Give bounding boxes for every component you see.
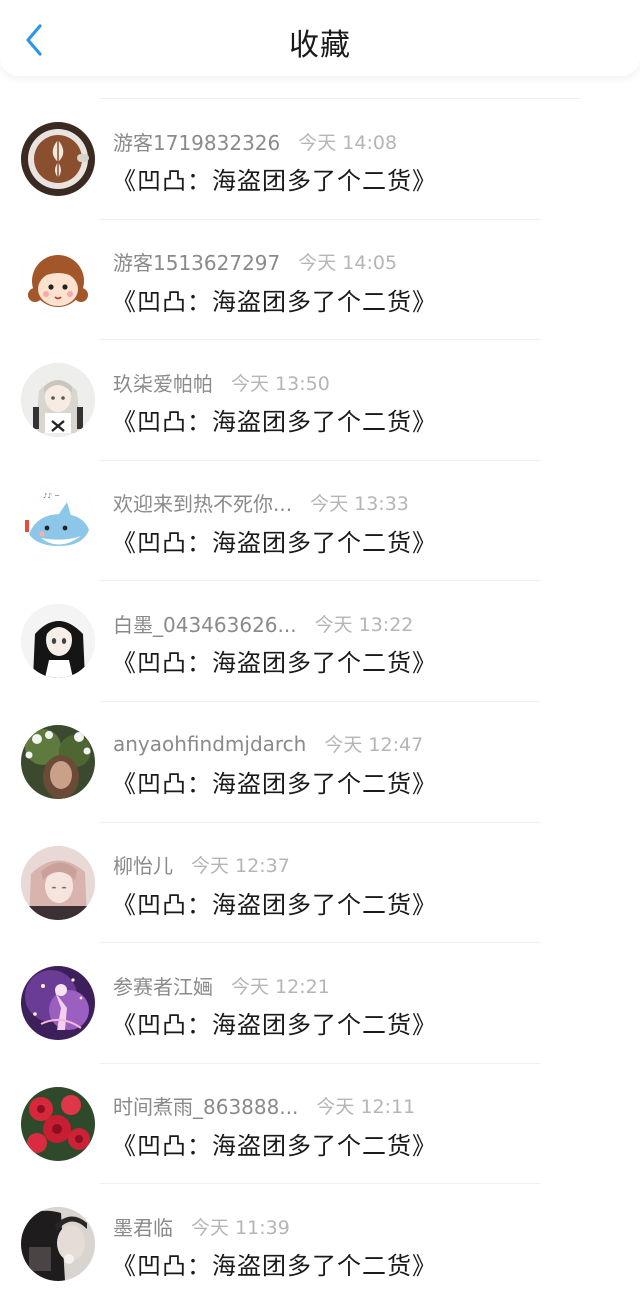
avatar[interactable]	[21, 1086, 95, 1161]
item-meta: 参赛者江婳 今天 12:21	[113, 971, 330, 1000]
red-spider-lily-avatar	[21, 1086, 95, 1161]
book-title[interactable]: 《凹凸：海盗团多了个二货》	[112, 1126, 437, 1161]
user-name[interactable]: 参赛者江婳	[113, 971, 213, 1000]
user-name[interactable]: 游客1513627297	[113, 247, 280, 276]
book-title[interactable]: 《凹凸：海盗团多了个二货》	[112, 523, 437, 558]
timestamp: 今天 13:22	[314, 613, 414, 636]
avatar[interactable]	[21, 845, 95, 920]
avatar[interactable]	[21, 122, 95, 196]
user-name[interactable]: 白墨_043463626...	[113, 609, 297, 638]
item-meta: 欢迎来到热不死你... 今天 13:33	[113, 490, 409, 516]
user-name[interactable]: 游客1719832326	[113, 127, 280, 156]
pink-haired-anime-avatar	[21, 845, 95, 920]
avatar[interactable]	[21, 1207, 95, 1282]
cute-shark-sticker-avatar: ♪♪ ~	[21, 483, 95, 558]
item-meta: 墨君临 今天 11:39	[113, 1212, 290, 1241]
list-item[interactable]: anyaohfindmjdarch 今天 12:47 《凹凸：海盗团多了个二货》	[0, 702, 640, 823]
user-name[interactable]: anyaohfindmjdarch	[113, 732, 306, 756]
item-meta: 游客1513627297 今天 14:05	[113, 249, 397, 275]
book-title[interactable]: 《凹凸：海盗团多了个二货》	[112, 402, 437, 437]
list-item[interactable]: 游客1719832326 今天 14:08 《凹凸：海盗团多了个二货》	[0, 99, 640, 220]
book-title[interactable]: 《凹凸：海盗团多了个二货》	[112, 282, 437, 317]
list-item[interactable]: 白墨_043463626... 今天 13:22 《凹凸：海盗团多了个二货》	[0, 581, 640, 702]
coffee-latte-art-avatar	[21, 122, 95, 196]
avatar[interactable]	[21, 724, 95, 799]
list-item[interactable]: 参赛者江婳 今天 12:21 《凹凸：海盗团多了个二货》	[0, 943, 640, 1064]
item-meta: 玖柒爱帕帕 今天 13:50	[113, 368, 330, 397]
avatar[interactable]	[21, 604, 95, 679]
flowers-portrait-avatar	[21, 724, 95, 799]
user-name[interactable]: 玖柒爱帕帕	[113, 368, 213, 397]
user-name[interactable]: 欢迎来到热不死你...	[113, 488, 292, 517]
timestamp: 今天 14:08	[298, 131, 398, 154]
anime-black-hair-avatar	[21, 604, 95, 679]
list-item[interactable]: 玖柒爱帕帕 今天 13:50 《凹凸：海盗团多了个二货》	[0, 340, 640, 461]
page-title: 收藏	[289, 28, 351, 63]
avatar[interactable]: ♪♪ ~	[21, 483, 95, 558]
purple-galaxy-anime-avatar	[21, 966, 95, 1041]
book-title[interactable]: 《凹凸：海盗团多了个二货》	[112, 1005, 437, 1040]
header-bar: 收藏	[0, 0, 640, 76]
timestamp: 今天 13:50	[231, 372, 330, 395]
cartoon-girl-avatar	[21, 242, 95, 317]
timestamp: 今天 12:47	[324, 734, 424, 757]
avatar[interactable]	[21, 966, 95, 1041]
list-item[interactable]: 游客1513627297 今天 14:05 《凹凸：海盗团多了个二货》	[0, 220, 640, 341]
favorites-list: 游客1719832326 今天 14:08 《凹凸：海盗团多了个二货》 游客15…	[0, 99, 640, 1305]
timestamp: 今天 12:21	[231, 975, 330, 998]
timestamp: 今天 14:05	[298, 252, 398, 275]
list-item[interactable]: ♪♪ ~ 欢迎来到热不死你... 今天 13:33 《凹凸：海盗团多了个二货》	[0, 461, 640, 582]
item-meta: 游客1719832326 今天 14:08	[113, 127, 398, 156]
user-name[interactable]: 时间煮雨_863888...	[113, 1091, 298, 1120]
dark-portrait-avatar	[21, 1207, 95, 1282]
avatar[interactable]	[21, 242, 95, 317]
book-title[interactable]: 《凹凸：海盗团多了个二货》	[112, 885, 437, 920]
item-meta: 白墨_043463626... 今天 13:22	[113, 609, 414, 638]
user-name[interactable]: 柳怡儿	[113, 850, 173, 879]
item-meta: 柳怡儿 今天 12:37	[113, 852, 290, 878]
book-title[interactable]: 《凹凸：海盗团多了个二货》	[112, 161, 437, 196]
book-title[interactable]: 《凹凸：海盗团多了个二货》	[112, 1246, 437, 1281]
item-meta: anyaohfindmjdarch 今天 12:47	[113, 731, 423, 757]
book-title[interactable]: 《凹凸：海盗团多了个二货》	[112, 764, 437, 799]
svg-text:♪♪ ~: ♪♪ ~	[43, 492, 60, 500]
item-meta: 时间煮雨_863888... 今天 12:11	[113, 1093, 415, 1119]
timestamp: 今天 13:33	[310, 493, 409, 516]
list-item[interactable]: 时间煮雨_863888... 今天 12:11 《凹凸：海盗团多了个二货》	[0, 1064, 640, 1185]
list-item[interactable]: 墨君临 今天 11:39 《凹凸：海盗团多了个二货》	[0, 1184, 640, 1305]
avatar[interactable]	[21, 363, 95, 438]
anime-white-hair-avatar	[21, 363, 95, 438]
timestamp: 今天 12:11	[316, 1096, 416, 1119]
user-name[interactable]: 墨君临	[113, 1212, 173, 1241]
timestamp: 今天 12:37	[191, 855, 290, 878]
list-item[interactable]: 柳怡儿 今天 12:37 《凹凸：海盗团多了个二货》	[0, 823, 640, 944]
timestamp: 今天 11:39	[191, 1216, 290, 1239]
book-title[interactable]: 《凹凸：海盗团多了个二货》	[112, 643, 437, 678]
